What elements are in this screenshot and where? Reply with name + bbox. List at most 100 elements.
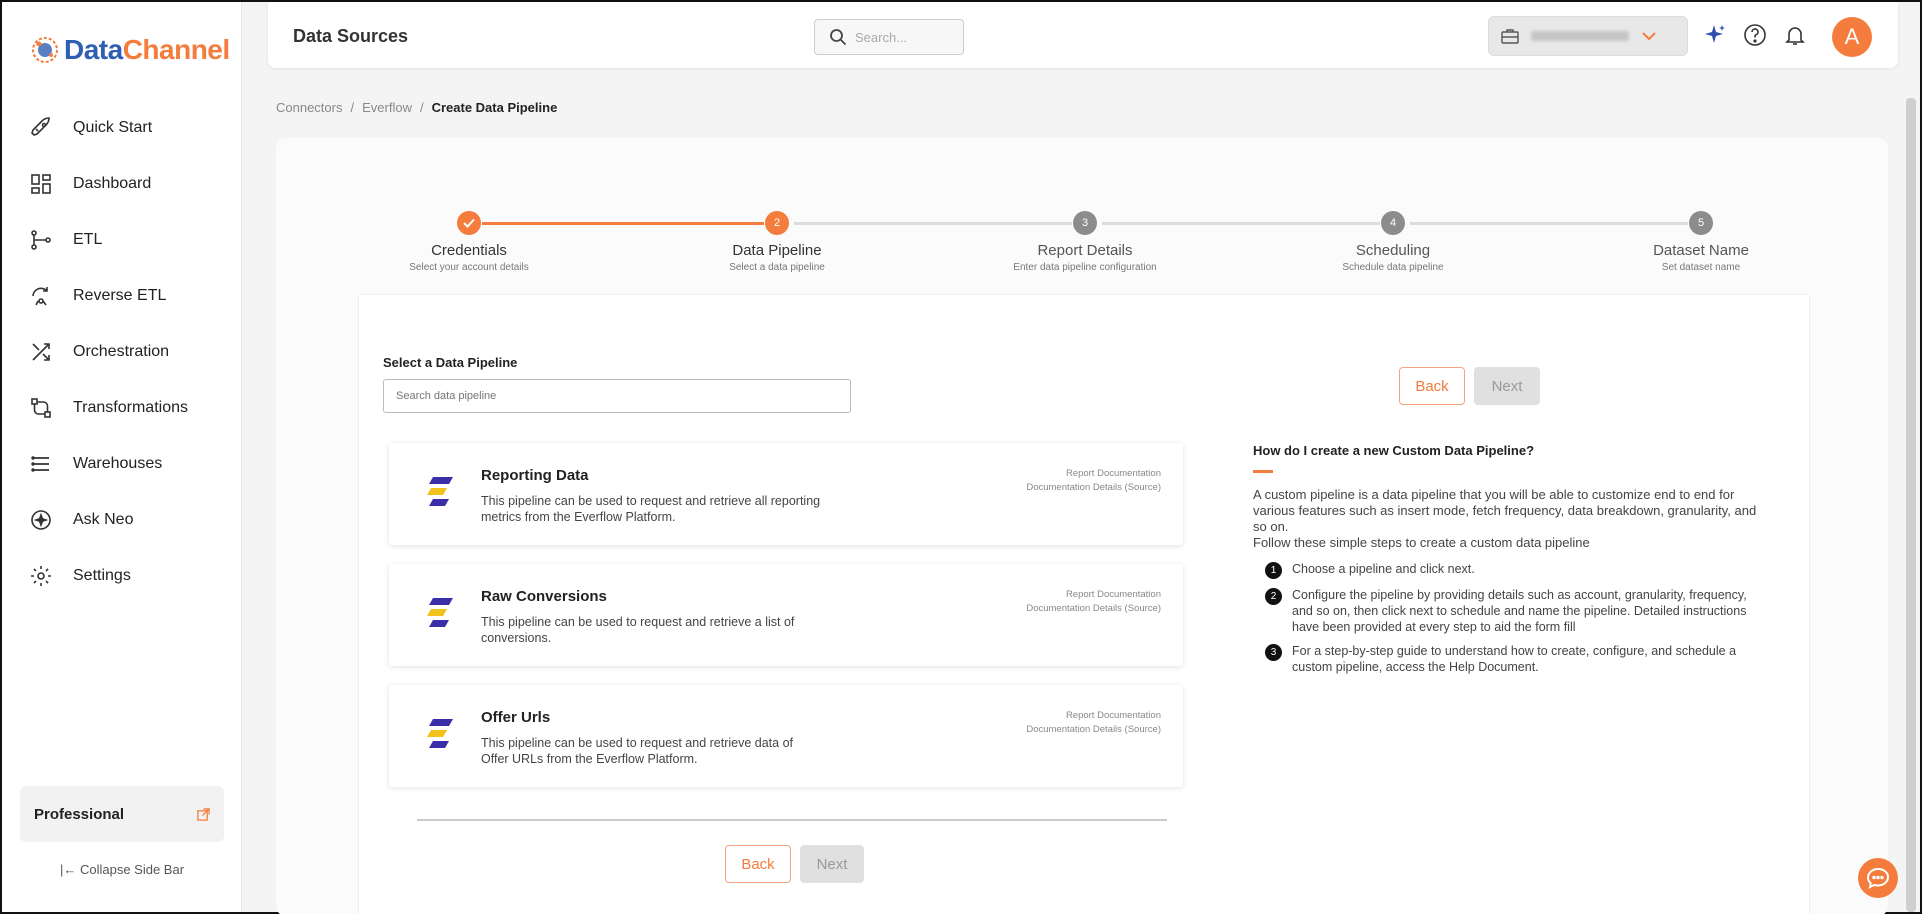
ai-sparkle-icon[interactable] bbox=[1702, 22, 1728, 48]
sidebar-item-label: Reverse ETL bbox=[73, 287, 167, 304]
sidebar-item-label: Orchestration bbox=[73, 343, 170, 360]
card-links: Report Documentation Documentation Detai… bbox=[1026, 709, 1161, 737]
sidebar: DataChannel Quick Start Dashboard ETL Re… bbox=[2, 2, 242, 912]
step-credentials[interactable]: Credentials Select your account details bbox=[369, 174, 569, 273]
help-icon[interactable] bbox=[1742, 22, 1768, 48]
sidebar-item-warehouses[interactable]: Warehouses bbox=[2, 436, 242, 492]
briefcase-icon bbox=[1501, 29, 1519, 44]
sidebar-item-reverse-etl[interactable]: Reverse ETL bbox=[2, 268, 242, 324]
reverse-etl-icon bbox=[32, 287, 48, 306]
next-button-bottom[interactable]: Next bbox=[800, 845, 864, 883]
step-number: 3 bbox=[1073, 211, 1097, 235]
help-step-text: Configure the pipeline by providing deta… bbox=[1292, 588, 1747, 634]
breadcrumb-connectors[interactable]: Connectors bbox=[276, 100, 342, 115]
plan-card[interactable]: Professional bbox=[20, 786, 224, 842]
step-subtitle: Schedule data pipeline bbox=[1342, 262, 1444, 273]
sidebar-item-transformations[interactable]: Transformations bbox=[2, 380, 242, 436]
page-scrollbar[interactable] bbox=[1906, 98, 1916, 912]
account-name-redacted bbox=[1531, 31, 1629, 41]
documentation-details-link[interactable]: Documentation Details (Source) bbox=[1026, 481, 1161, 495]
main-content: Credentials Select your account details … bbox=[276, 138, 1888, 914]
pipeline-card-raw-conversions[interactable]: Raw Conversions This pipeline can be use… bbox=[389, 564, 1183, 666]
select-pipeline-label: Select a Data Pipeline bbox=[383, 355, 518, 370]
report-documentation-link[interactable]: Report Documentation bbox=[1026, 467, 1161, 481]
sparkle-icon bbox=[31, 510, 51, 530]
report-documentation-link[interactable]: Report Documentation bbox=[1026, 588, 1161, 602]
help-step-text: For a step-by-step guide to understand h… bbox=[1292, 644, 1737, 674]
warehouse-stack-icon bbox=[31, 456, 49, 472]
step-number-badge: 1 bbox=[1265, 562, 1282, 579]
report-documentation-link[interactable]: Report Documentation bbox=[1026, 709, 1161, 723]
next-button-top[interactable]: Next bbox=[1474, 367, 1540, 405]
everflow-logo-icon bbox=[427, 598, 453, 627]
search-placeholder: Search... bbox=[855, 29, 908, 45]
collapse-label: Collapse Side Bar bbox=[79, 862, 185, 877]
card-description: This pipeline can be used to request and… bbox=[481, 736, 794, 766]
external-link-icon[interactable] bbox=[197, 807, 210, 821]
sidebar-item-dashboard[interactable]: Dashboard bbox=[2, 156, 242, 212]
datachannel-logo-icon bbox=[32, 37, 58, 63]
account-selector[interactable] bbox=[1488, 16, 1688, 56]
sidebar-item-settings[interactable]: Settings bbox=[2, 548, 242, 604]
step-number: 5 bbox=[1689, 211, 1713, 235]
help-paragraph: A custom pipeline is a data pipeline tha… bbox=[1253, 487, 1763, 551]
step-data-pipeline[interactable]: 2 Data Pipeline Select a data pipeline bbox=[677, 174, 877, 273]
user-avatar[interactable]: A bbox=[1832, 17, 1872, 57]
brand-name: DataChannel bbox=[64, 34, 230, 65]
bell-icon[interactable] bbox=[1782, 22, 1808, 48]
wizard-stepper: Credentials Select your account details … bbox=[276, 174, 1888, 273]
step-title: Dataset Name bbox=[1653, 242, 1749, 259]
card-title: Reporting Data bbox=[481, 467, 589, 484]
gear-icon bbox=[31, 566, 51, 586]
card-links: Report Documentation Documentation Detai… bbox=[1026, 588, 1161, 616]
step-dataset-name: 5 Dataset Name Set dataset name bbox=[1601, 174, 1801, 273]
breadcrumb-separator: / bbox=[419, 100, 424, 115]
sidebar-item-ask-neo[interactable]: Ask Neo bbox=[2, 492, 242, 548]
search-icon bbox=[830, 29, 847, 46]
brand-logo[interactable]: DataChannel bbox=[30, 34, 230, 66]
help-step: 1 Choose a pipeline and click next. bbox=[1265, 561, 1763, 579]
step-subtitle: Select your account details bbox=[409, 262, 529, 273]
back-button-bottom[interactable]: Back bbox=[725, 845, 791, 883]
collapse-sidebar-button[interactable]: |← Collapse Side Bar bbox=[2, 862, 242, 877]
breadcrumb-separator: / bbox=[350, 100, 355, 115]
dashboard-grid-icon bbox=[31, 174, 51, 194]
pipeline-card-reporting-data[interactable]: Reporting Data This pipeline can be used… bbox=[389, 443, 1183, 545]
help-title: How do I create a new Custom Data Pipeli… bbox=[1253, 443, 1535, 458]
sidebar-item-etl[interactable]: ETL bbox=[2, 212, 242, 268]
back-button-top[interactable]: Back bbox=[1399, 367, 1465, 405]
everflow-logo-icon bbox=[427, 719, 453, 748]
collapse-arrow-icon: |← bbox=[59, 862, 77, 877]
breadcrumb-everflow[interactable]: Everflow bbox=[362, 100, 412, 115]
sidebar-item-orchestration[interactable]: Orchestration bbox=[2, 324, 242, 380]
global-search-input[interactable]: Search... bbox=[814, 19, 964, 55]
step-scheduling: 4 Scheduling Schedule data pipeline bbox=[1293, 174, 1493, 273]
card-title: Offer Urls bbox=[481, 709, 551, 726]
card-description: This pipeline can be used to request and… bbox=[481, 615, 795, 645]
chat-bubble-icon bbox=[1866, 867, 1890, 889]
step-number-badge: 2 bbox=[1265, 588, 1282, 605]
documentation-details-link[interactable]: Documentation Details (Source) bbox=[1026, 723, 1161, 737]
step-number: 4 bbox=[1381, 211, 1405, 235]
page-title: Data Sources bbox=[293, 26, 409, 46]
pipeline-panel: Select a Data Pipeline Back Next Reporti… bbox=[358, 294, 1810, 914]
divider bbox=[417, 819, 1167, 821]
orchestration-icon bbox=[32, 343, 50, 361]
sidebar-item-quick-start[interactable]: Quick Start bbox=[2, 100, 242, 156]
chevron-down-icon bbox=[1642, 32, 1656, 41]
etl-flow-icon bbox=[31, 230, 51, 250]
card-links: Report Documentation Documentation Detai… bbox=[1026, 467, 1161, 495]
sidebar-item-label: Warehouses bbox=[73, 455, 163, 472]
step-subtitle: Enter data pipeline configuration bbox=[1013, 262, 1157, 273]
pipeline-search-input[interactable] bbox=[383, 379, 851, 413]
pipeline-card-offer-urls[interactable]: Offer Urls This pipeline can be used to … bbox=[389, 685, 1183, 787]
plan-label: Professional bbox=[34, 805, 125, 823]
step-title: Data Pipeline bbox=[732, 242, 822, 259]
step-subtitle: Set dataset name bbox=[1661, 262, 1741, 273]
step-subtitle: Select a data pipeline bbox=[729, 262, 825, 273]
breadcrumb: Connectors / Everflow / Create Data Pipe… bbox=[276, 100, 557, 115]
sidebar-item-label: Settings bbox=[73, 567, 131, 584]
chat-support-button[interactable] bbox=[1858, 858, 1898, 898]
documentation-details-link[interactable]: Documentation Details (Source) bbox=[1026, 602, 1161, 616]
sidebar-nav: Quick Start Dashboard ETL Reverse ETL Or… bbox=[2, 100, 242, 604]
